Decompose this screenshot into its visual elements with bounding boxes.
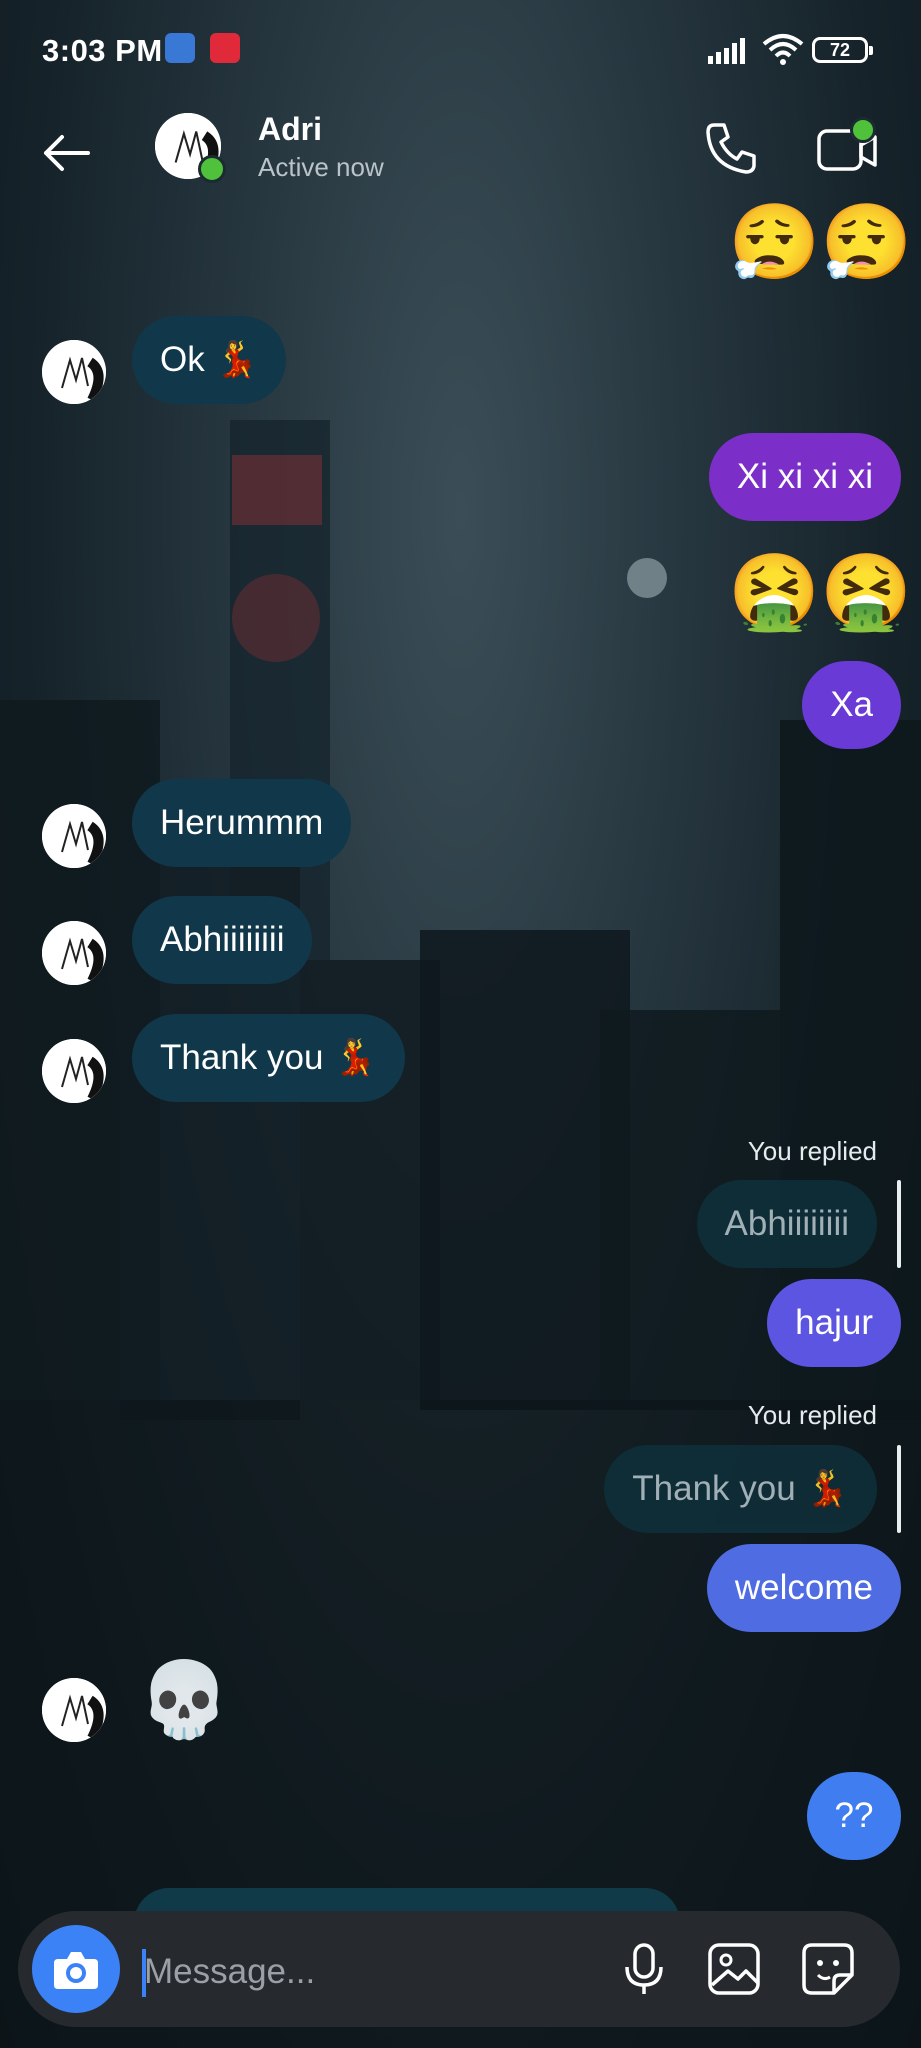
message-outgoing-emoji[interactable]: 🤮🤮 <box>728 552 912 632</box>
sender-avatar[interactable] <box>42 804 106 868</box>
camera-icon <box>54 1952 98 1989</box>
message-incoming[interactable]: Abhiiiiiiii <box>132 896 313 984</box>
sticker-icon[interactable] <box>800 1941 856 1997</box>
signal-icon <box>708 38 745 64</box>
camera-button[interactable] <box>32 1925 120 2013</box>
reply-indicator-bar <box>897 1180 901 1268</box>
reply-label: You replied <box>747 1136 877 1166</box>
message-list[interactable]: 😮‍💨😮‍💨 Ok 💃 Xi xi xi xi 🤮🤮 Xa Herummm Ab… <box>0 0 921 2048</box>
message-incoming[interactable]: Herummm <box>132 779 352 867</box>
online-indicator <box>198 155 226 183</box>
status-bar: 3:03 PM 72 <box>0 0 921 105</box>
online-indicator <box>850 117 876 143</box>
phone-icon[interactable] <box>702 119 760 177</box>
quoted-message[interactable]: Abhiiiiiiii <box>696 1180 877 1268</box>
sender-avatar[interactable] <box>42 921 106 985</box>
message-incoming[interactable]: Ok 💃 <box>132 316 287 404</box>
notification-app-icon <box>210 33 240 63</box>
message-outgoing[interactable]: ?? <box>807 1772 901 1860</box>
wifi-icon <box>762 34 804 65</box>
message-outgoing-emoji[interactable]: 😮‍💨😮‍💨 <box>728 203 912 283</box>
sender-avatar[interactable] <box>42 1039 106 1103</box>
sender-avatar[interactable] <box>42 1678 106 1742</box>
reply-label: You replied <box>747 1400 877 1430</box>
sender-avatar[interactable] <box>42 340 106 404</box>
contact-status: Active now <box>258 152 384 182</box>
message-outgoing[interactable]: welcome <box>706 1544 901 1632</box>
status-time: 3:03 PM <box>42 33 163 68</box>
message-incoming[interactable]: Thank you 💃 <box>132 1014 405 1102</box>
message-incoming-emoji[interactable]: 💀 <box>138 1660 230 1740</box>
message-outgoing[interactable]: Xi xi xi xi <box>708 433 901 521</box>
quoted-message[interactable]: Thank you 💃 <box>604 1445 877 1533</box>
message-input[interactable] <box>142 1941 606 2003</box>
notification-app-icon <box>165 33 195 63</box>
message-outgoing[interactable]: Xa <box>802 661 901 749</box>
chat-header: Adri Active now <box>0 105 921 215</box>
arrow-left-icon[interactable] <box>38 125 94 181</box>
image-icon[interactable] <box>706 1941 762 1997</box>
contact-name[interactable]: Adri <box>258 111 322 148</box>
microphone-icon[interactable] <box>616 1941 672 1997</box>
message-composer <box>18 1911 900 2027</box>
reply-indicator-bar <box>897 1445 901 1533</box>
message-outgoing[interactable]: hajur <box>767 1279 901 1367</box>
battery-indicator: 72 <box>812 37 873 63</box>
